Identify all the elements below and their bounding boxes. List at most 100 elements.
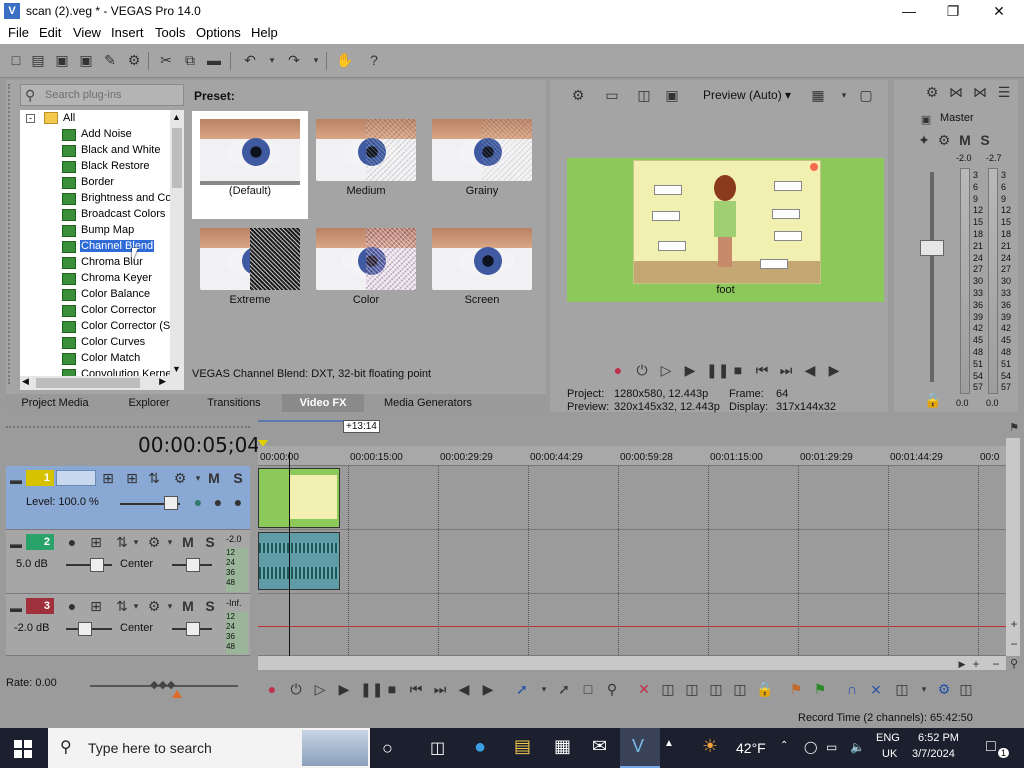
clock-date[interactable]: 3/7/2024 bbox=[912, 748, 955, 760]
new-file-icon[interactable]: □ bbox=[8, 52, 24, 68]
preview-quality-dropdown[interactable]: Preview (Auto) ▾ bbox=[703, 88, 791, 102]
loop-playback-icon[interactable]: ⏻ bbox=[634, 362, 650, 378]
zoom-in-icon[interactable]: + bbox=[1006, 616, 1022, 632]
lock-icon[interactable]: 🔒 bbox=[756, 681, 773, 697]
compositing-mode-icon[interactable]: ● bbox=[190, 494, 206, 510]
track-lane-video[interactable] bbox=[258, 466, 1006, 530]
weather-temp[interactable]: 42°F bbox=[736, 740, 766, 756]
hand-tool-icon[interactable]: ✋ bbox=[336, 52, 353, 68]
record-icon[interactable]: ● bbox=[610, 362, 626, 378]
solo-s-button[interactable]: S bbox=[977, 132, 993, 148]
zoom-tool-icon[interactable]: ⚲ bbox=[604, 681, 620, 697]
track-header-video[interactable]: ▬ 1 ⊞ ⊞ ⇅ ⚙ ▾ M S Level: 100.0 % ● ● ● bbox=[6, 466, 250, 530]
pause-icon[interactable]: ❚❚ bbox=[706, 362, 729, 378]
volume-slider-handle[interactable] bbox=[78, 622, 92, 636]
close-icon[interactable]: ✕ bbox=[976, 0, 1022, 22]
arm-record-icon[interactable]: ● bbox=[64, 598, 80, 614]
insert-bus-icon[interactable]: ⋈ bbox=[972, 84, 988, 100]
menu-file[interactable]: File bbox=[8, 25, 29, 40]
scroll-thumb[interactable] bbox=[36, 378, 140, 388]
preset-grainy[interactable]: Grainy bbox=[424, 111, 540, 219]
tab-media-generators[interactable]: Media Generators bbox=[372, 394, 484, 412]
trim-end-icon[interactable]: ◫ bbox=[708, 681, 724, 697]
menu-help[interactable]: Help bbox=[251, 25, 278, 40]
notification-icon[interactable]: □ bbox=[986, 738, 996, 756]
chevron-down-icon[interactable]: ▾ bbox=[128, 534, 144, 550]
lock-envelopes-icon[interactable]: ⚙ bbox=[936, 681, 952, 697]
chevron-down-icon[interactable]: ▾ bbox=[162, 598, 178, 614]
delete-icon[interactable]: ✕ bbox=[636, 681, 652, 697]
audio-clip[interactable] bbox=[258, 532, 340, 590]
minimize-track-icon[interactable]: ▬ bbox=[8, 472, 24, 488]
undo-dropdown-icon[interactable]: ▾ bbox=[264, 52, 280, 68]
auto-crossfade-icon[interactable]: ⨯ bbox=[868, 681, 884, 697]
trim-icon[interactable]: ◫ bbox=[660, 681, 676, 697]
track-header-audio-2[interactable]: ▬ 2 ● ⊞ ⇅ ▾ ⚙ ▾ M S 5.0 dB Center -2.0 1… bbox=[6, 530, 250, 594]
copy-icon[interactable]: ⧉ bbox=[182, 52, 198, 68]
copy-snapshot-icon[interactable]: ▢ bbox=[858, 87, 874, 103]
ripple-editing-icon[interactable]: ◫ bbox=[894, 681, 910, 697]
plugin-search-box[interactable]: ⚲ Search plug-ins bbox=[20, 84, 184, 106]
preview-properties-gear-icon[interactable]: ⚙ bbox=[570, 87, 586, 103]
chevron-down-icon[interactable]: ▾ bbox=[190, 470, 206, 486]
selection-tool-icon[interactable]: □ bbox=[580, 681, 596, 697]
track-lane-audio-2[interactable] bbox=[258, 530, 1006, 594]
trim-start-icon[interactable]: ◫ bbox=[684, 681, 700, 697]
collapse-icon[interactable]: - bbox=[26, 114, 35, 123]
external-monitor-icon[interactable]: ▭ bbox=[604, 87, 620, 103]
preset-screen[interactable]: Screen bbox=[424, 220, 540, 328]
menu-insert[interactable]: Insert bbox=[111, 25, 144, 40]
save-icon[interactable]: ▣ bbox=[54, 52, 70, 68]
automation-icon[interactable]: ⇅ bbox=[146, 470, 162, 486]
chevron-down-icon[interactable]: ▾ bbox=[536, 681, 552, 697]
track-fx-icon[interactable]: ⊞ bbox=[124, 470, 140, 486]
arm-record-icon[interactable]: ● bbox=[64, 534, 80, 550]
pause-icon[interactable]: ❚❚ bbox=[360, 681, 383, 697]
stop-icon[interactable]: ■ bbox=[730, 362, 746, 378]
vegas-app-icon[interactable]: V bbox=[4, 3, 20, 19]
whats-this-help-icon[interactable]: ? bbox=[366, 52, 382, 68]
play-icon[interactable]: ▶ bbox=[336, 681, 352, 697]
track-motion-icon[interactable]: ⊞ bbox=[100, 470, 116, 486]
cortana-icon[interactable]: ○ bbox=[382, 738, 393, 759]
open-folder-icon[interactable]: ▤ bbox=[30, 52, 46, 68]
track-gear-icon[interactable]: ⚙ bbox=[172, 470, 188, 486]
solo-s-button[interactable]: S bbox=[202, 534, 218, 550]
go-to-end-icon[interactable]: ⏭ bbox=[778, 362, 794, 378]
play-from-start-icon[interactable]: ▷ bbox=[658, 362, 674, 378]
preset-extreme[interactable]: Extreme bbox=[192, 220, 308, 328]
weather-icon[interactable]: ☀ bbox=[702, 736, 718, 757]
minimize-track-icon[interactable]: ▬ bbox=[8, 600, 24, 616]
grid-icon[interactable]: ▦ bbox=[810, 87, 826, 103]
envelope-tool-icon[interactable]: ➚ bbox=[556, 681, 572, 697]
timeline-horizontal-scrollbar[interactable] bbox=[258, 656, 1006, 670]
tab-video-fx[interactable]: Video FX bbox=[282, 394, 364, 412]
go-to-start-icon[interactable]: ⏮ bbox=[754, 362, 770, 378]
redo-icon[interactable]: ↷ bbox=[286, 52, 302, 68]
tree-horizontal-scrollbar[interactable]: ◀ ▶ bbox=[20, 376, 184, 390]
zoom-out-icon[interactable]: − bbox=[1006, 636, 1022, 652]
bus-icon[interactable]: ⋈ bbox=[948, 84, 964, 100]
panel-grip[interactable] bbox=[8, 84, 14, 384]
child-compositing-icon[interactable]: ● bbox=[230, 494, 246, 510]
insert-region-icon[interactable]: ⚑ bbox=[812, 681, 828, 697]
snapping-icon[interactable]: ∩ bbox=[844, 681, 860, 697]
mixer-gear-icon[interactable]: ⚙ bbox=[924, 84, 940, 100]
display-icon[interactable]: ▭ bbox=[826, 740, 837, 754]
scroll-up-icon[interactable]: ▲ bbox=[172, 112, 181, 122]
properties-gear-icon[interactable]: ⚙ bbox=[126, 52, 142, 68]
previous-frame-icon[interactable]: ◀ bbox=[802, 362, 818, 378]
mixer-faders-icon[interactable]: ☰ bbox=[996, 84, 1012, 100]
maximize-icon[interactable]: ❐ bbox=[930, 0, 976, 22]
mute-m-button[interactable]: M bbox=[957, 132, 973, 148]
preset-color[interactable]: Color bbox=[308, 220, 424, 328]
play-from-start-icon[interactable]: ▷ bbox=[312, 681, 328, 697]
menu-view[interactable]: View bbox=[73, 25, 101, 40]
mute-m-button[interactable]: M bbox=[206, 470, 222, 486]
parent-compositing-icon[interactable]: ● bbox=[210, 494, 226, 510]
solo-s-button[interactable]: S bbox=[230, 470, 246, 486]
language-bottom[interactable]: UK bbox=[882, 748, 897, 760]
chevron-down-icon[interactable]: ▾ bbox=[916, 681, 932, 697]
scroll-thumb[interactable] bbox=[172, 128, 182, 188]
zoom-out-time-icon[interactable]: − bbox=[988, 656, 1004, 672]
